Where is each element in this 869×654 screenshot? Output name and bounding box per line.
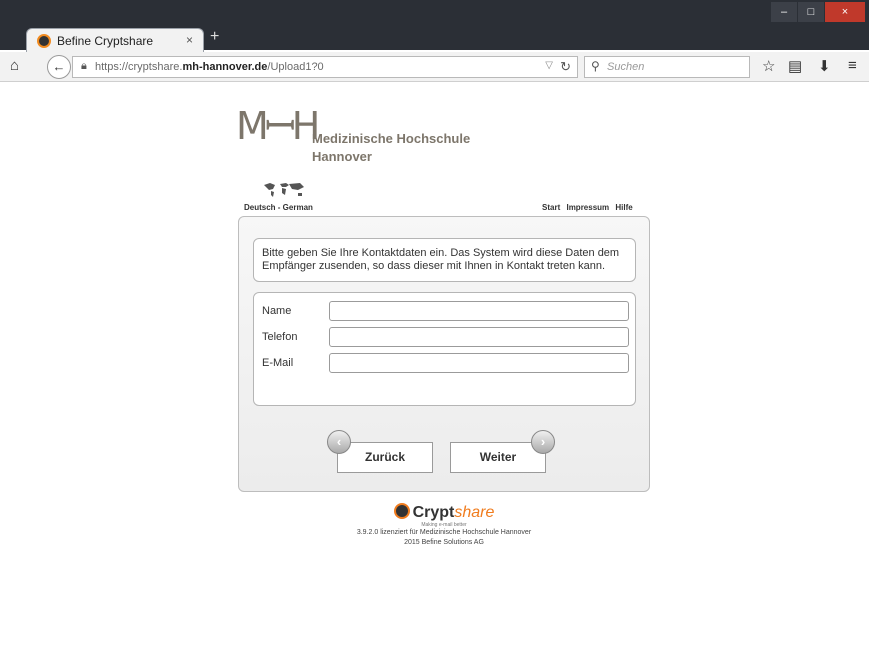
copyright-text: 2015 Befine Solutions AG [404, 539, 484, 546]
logo-name-line1: Medizinische Hochschule [312, 131, 471, 146]
window-controls: – □ × [770, 2, 865, 22]
name-row: Name [262, 301, 630, 321]
new-tab-icon[interactable]: + [210, 28, 219, 46]
email-field[interactable] [329, 353, 629, 373]
reload-icon[interactable]: ↻ [560, 59, 571, 75]
home-icon[interactable]: ⌂ [10, 57, 19, 74]
contact-form-card: Bitte geben Sie Ihre Kontaktdaten ein. D… [238, 216, 650, 492]
chevron-right-icon[interactable]: › [531, 430, 555, 454]
world-map-icon[interactable] [262, 181, 306, 199]
download-icon[interactable]: ⬇ [818, 57, 831, 75]
email-label: E-Mail [262, 357, 294, 369]
email-row: E-Mail [262, 353, 630, 373]
info-box: Bitte geben Sie Ihre Kontaktdaten ein. D… [253, 238, 636, 282]
close-tab-icon[interactable]: × [186, 33, 193, 47]
back-button[interactable]: Zurück [337, 442, 433, 473]
start-link[interactable]: Start [542, 203, 560, 212]
name-field[interactable] [329, 301, 629, 321]
name-label: Name [262, 305, 292, 317]
language-switch-link[interactable]: Deutsch - German [244, 203, 313, 212]
license-text: 3.9.2.0 lizenziert für Medizinische Hoch… [356, 529, 532, 536]
cryptshare-logo-icon [393, 503, 410, 519]
cryptshare-logo: Cryptshare [238, 503, 650, 522]
lock-icon: 🔒︎ [81, 60, 87, 72]
url-text: https://cryptshare.mh-hannover.de/Upload… [95, 61, 324, 73]
info-text: Bitte geben Sie Ihre Kontaktdaten ein. D… [262, 247, 620, 272]
close-window-icon[interactable]: × [825, 2, 865, 22]
chevron-down-icon[interactable]: ▽ [545, 60, 553, 71]
contact-form: Name Telefon E-Mail [253, 292, 636, 406]
phone-label: Telefon [262, 331, 298, 343]
page-content: MꟷH Medizinische Hochschule Hannover Deu… [10, 83, 869, 654]
impressum-link[interactable]: Impressum [566, 203, 609, 212]
cryptshare-favicon-icon [37, 34, 51, 48]
logo-name-line2: Hannover [312, 149, 372, 164]
minimize-icon[interactable]: – [771, 2, 797, 22]
footer: Cryptshare Making e-mail better 3.9.2.0 … [238, 503, 650, 548]
top-links: Start Impressum Hilfe [538, 203, 633, 212]
help-link[interactable]: Hilfe [615, 203, 632, 212]
browser-tab[interactable]: Befine Cryptshare × [26, 28, 204, 52]
search-placeholder: Suchen [607, 61, 645, 73]
menu-icon[interactable]: ≡ [848, 57, 857, 74]
search-bar[interactable]: ⚲ Suchen [584, 56, 750, 78]
browser-window: Befine Cryptshare × + – □ × ⌂ ← 🔒︎ https… [0, 0, 869, 654]
reading-list-icon[interactable]: ▤ [788, 57, 802, 75]
phone-row: Telefon [262, 327, 630, 347]
maximize-icon[interactable]: □ [798, 2, 824, 22]
chevron-left-icon[interactable]: ‹ [327, 430, 351, 454]
navigation-bar: ⌂ ← 🔒︎ https://cryptshare.mh-hannover.de… [0, 52, 869, 82]
bookmark-star-icon[interactable]: ☆ [762, 57, 775, 75]
title-bar: Befine Cryptshare × + – □ × [0, 0, 869, 52]
phone-field[interactable] [329, 327, 629, 347]
tab-title: Befine Cryptshare [57, 34, 154, 48]
back-icon[interactable]: ← [47, 55, 71, 79]
logo-mark: MꟷH [236, 104, 320, 148]
url-bar[interactable]: 🔒︎ https://cryptshare.mh-hannover.de/Upl… [72, 56, 578, 78]
search-icon: ⚲ [591, 59, 600, 73]
